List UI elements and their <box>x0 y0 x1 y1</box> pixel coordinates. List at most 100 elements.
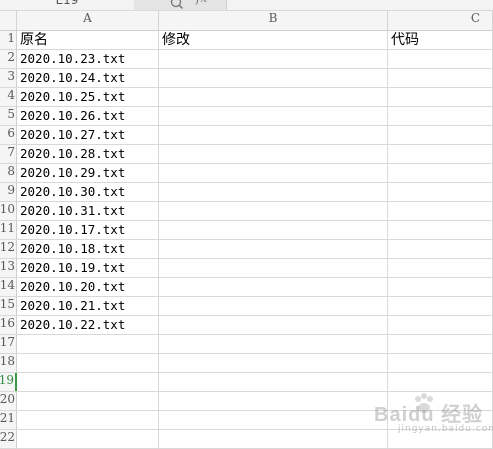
cell-a[interactable]: 2020.10.27.txt <box>17 126 159 144</box>
cell-b[interactable] <box>159 259 388 277</box>
row-header[interactable]: 15 <box>0 297 17 315</box>
row-header[interactable]: 18 <box>0 354 17 372</box>
column-header-row: A B C <box>0 11 493 31</box>
cell-b[interactable] <box>159 145 388 163</box>
cell-c[interactable] <box>388 259 493 277</box>
cell-b[interactable] <box>159 354 388 372</box>
cell-c[interactable] <box>388 50 493 68</box>
cell-c[interactable] <box>388 164 493 182</box>
row-header[interactable]: 21 <box>0 411 17 429</box>
cell-b[interactable] <box>159 164 388 182</box>
cell-b[interactable] <box>159 430 388 448</box>
fx-icon[interactable]: fx <box>196 0 207 5</box>
cell-a[interactable]: 2020.10.19.txt <box>17 259 159 277</box>
cell-c[interactable] <box>388 69 493 87</box>
cell-a[interactable]: 2020.10.28.txt <box>17 145 159 163</box>
row-header[interactable]: 16 <box>0 316 17 334</box>
cell-a[interactable]: 2020.10.29.txt <box>17 164 159 182</box>
cell-b[interactable] <box>159 373 388 391</box>
table-row: 15 2020.10.21.txt <box>0 297 493 316</box>
cell-a[interactable] <box>17 335 159 353</box>
row-header[interactable]: 11 <box>0 221 17 239</box>
cell-b[interactable] <box>159 202 388 220</box>
row-header[interactable]: 9 <box>0 183 17 201</box>
cell-a[interactable]: 2020.10.20.txt <box>17 278 159 296</box>
cell-a[interactable] <box>17 373 159 391</box>
cell-a[interactable] <box>17 392 159 410</box>
cell-b[interactable] <box>159 240 388 258</box>
cell-b[interactable] <box>159 88 388 106</box>
row-header[interactable]: 2 <box>0 50 17 68</box>
cell-a[interactable]: 2020.10.23.txt <box>17 50 159 68</box>
row-header[interactable]: 17 <box>0 335 17 353</box>
column-header-a[interactable]: A <box>17 11 159 30</box>
table-row: 6 2020.10.27.txt <box>0 126 493 145</box>
table-row: 14 2020.10.20.txt <box>0 278 493 297</box>
cell-b[interactable] <box>159 392 388 410</box>
cell-a[interactable]: 2020.10.18.txt <box>17 240 159 258</box>
cell-a[interactable] <box>17 354 159 372</box>
row-header[interactable]: 12 <box>0 240 17 258</box>
cell-c[interactable] <box>388 183 493 201</box>
cell-b[interactable] <box>159 297 388 315</box>
cell-c[interactable] <box>388 278 493 296</box>
row-header[interactable]: 7 <box>0 145 17 163</box>
column-header-b[interactable]: B <box>159 11 388 30</box>
zoom-icon[interactable] <box>170 0 184 10</box>
row-header[interactable]: 5 <box>0 107 17 125</box>
watermark-url: jingyan.baidu.com <box>398 424 493 434</box>
cell-a[interactable]: 2020.10.21.txt <box>17 297 159 315</box>
cell-b[interactable] <box>159 69 388 87</box>
cell-c[interactable] <box>388 373 493 391</box>
cell-a[interactable] <box>17 411 159 429</box>
row-header[interactable]: 19 <box>0 373 17 391</box>
cell-c[interactable] <box>388 240 493 258</box>
cell-b[interactable] <box>159 183 388 201</box>
cell-c[interactable] <box>388 335 493 353</box>
row-header[interactable]: 20 <box>0 392 17 410</box>
cell-a[interactable]: 2020.10.22.txt <box>17 316 159 334</box>
cell-b[interactable] <box>159 335 388 353</box>
cell-b[interactable] <box>159 221 388 239</box>
row-header[interactable]: 10 <box>0 202 17 220</box>
cell-c[interactable] <box>388 354 493 372</box>
column-header-c[interactable]: C <box>388 11 493 30</box>
row-header[interactable]: 8 <box>0 164 17 182</box>
cell-a[interactable]: 2020.10.31.txt <box>17 202 159 220</box>
cell-b[interactable] <box>159 316 388 334</box>
name-box[interactable]: E19 <box>0 0 135 9</box>
cell-a[interactable] <box>17 430 159 448</box>
watermark-text: Baidu 经验 <box>374 404 484 426</box>
cell-c[interactable] <box>388 126 493 144</box>
row-header[interactable]: 13 <box>0 259 17 277</box>
row-header[interactable]: 1 <box>0 31 17 49</box>
cell-c[interactable] <box>388 145 493 163</box>
cell-c[interactable] <box>388 88 493 106</box>
cell-b[interactable]: 修改 <box>159 31 388 49</box>
cell-c[interactable] <box>388 202 493 220</box>
row-header[interactable]: 6 <box>0 126 17 144</box>
cell-b[interactable] <box>159 107 388 125</box>
cell-a[interactable]: 原名 <box>17 31 159 49</box>
row-header[interactable]: 14 <box>0 278 17 296</box>
cell-b[interactable] <box>159 411 388 429</box>
row-header[interactable]: 22 <box>0 430 17 448</box>
table-row: 4 2020.10.25.txt <box>0 88 493 107</box>
cell-b[interactable] <box>159 50 388 68</box>
cell-a[interactable]: 2020.10.24.txt <box>17 69 159 87</box>
cell-b[interactable] <box>159 278 388 296</box>
row-header[interactable]: 3 <box>0 69 17 87</box>
cell-c[interactable] <box>388 221 493 239</box>
table-row: 9 2020.10.30.txt <box>0 183 493 202</box>
cell-c[interactable] <box>388 297 493 315</box>
cell-a[interactable]: 2020.10.30.txt <box>17 183 159 201</box>
cell-c[interactable]: 代码 <box>388 31 493 49</box>
cell-c[interactable] <box>388 316 493 334</box>
cell-b[interactable] <box>159 126 388 144</box>
select-all-corner[interactable] <box>0 11 17 30</box>
cell-a[interactable]: 2020.10.17.txt <box>17 221 159 239</box>
cell-a[interactable]: 2020.10.26.txt <box>17 107 159 125</box>
cell-c[interactable] <box>388 107 493 125</box>
cell-a[interactable]: 2020.10.25.txt <box>17 88 159 106</box>
row-header[interactable]: 4 <box>0 88 17 106</box>
